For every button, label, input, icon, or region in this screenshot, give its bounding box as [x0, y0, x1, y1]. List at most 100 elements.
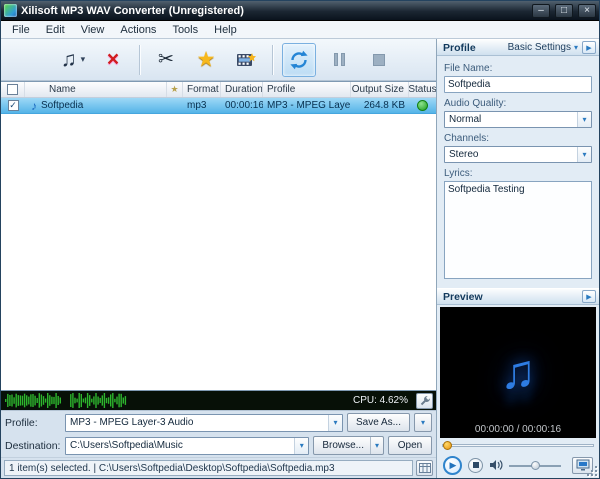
menu-actions[interactable]: Actions	[112, 23, 164, 37]
row-checkbox[interactable]: ✓	[7, 100, 19, 111]
profile-settings-fields: File Name: Audio Quality: Normal ▾ Chann…	[437, 56, 599, 288]
playback-time: 00:00:00 / 00:00:16	[474, 424, 562, 435]
toolbar-separator	[272, 44, 273, 75]
waveform-svg	[5, 393, 127, 408]
seek-thumb[interactable]	[443, 441, 452, 450]
menu-tools[interactable]: Tools	[164, 23, 206, 37]
speaker-icon[interactable]	[489, 459, 503, 471]
filmstrip-icon	[237, 52, 256, 66]
convert-button[interactable]	[282, 42, 316, 77]
channels-label: Channels:	[444, 133, 490, 144]
statusbar: 1 item(s) selected. | C:\Users\Softpedia…	[1, 457, 436, 478]
collapse-profile-panel-button[interactable]: ▶	[582, 41, 596, 54]
play-button[interactable]: ▶	[443, 455, 462, 475]
row-favorite-cell	[167, 98, 183, 113]
main-area: ♫ ▾ × ✂ ★ Name ★ Format Duration Profile…	[1, 39, 599, 478]
stop-playback-button[interactable]	[468, 457, 483, 473]
channels-select[interactable]: Stereo ▾	[444, 146, 592, 163]
cpu-usage: CPU: 4.62%	[352, 395, 408, 406]
chevron-down-icon[interactable]: ▾	[577, 147, 591, 162]
column-header-name[interactable]: Name	[25, 82, 167, 97]
file-name-label: File Name:	[444, 63, 493, 74]
add-files-dropdown-icon[interactable]: ▾	[81, 54, 86, 65]
profile-label: Profile:	[5, 416, 38, 429]
left-pane: ♫ ▾ × ✂ ★ Name ★ Format Duration Profile…	[1, 39, 437, 478]
log-button[interactable]	[416, 460, 433, 476]
select-all-checkbox[interactable]	[1, 82, 25, 97]
browse-button[interactable]: Browse... ▾	[313, 436, 384, 455]
star-icon: ★	[170, 84, 179, 94]
file-row[interactable]: ✓ ♪ Softpedia mp3 00:00:16 MP3 - MPEG La…	[1, 98, 436, 114]
chevron-down-icon[interactable]: ▾	[370, 437, 383, 454]
collapse-preview-panel-button[interactable]: ▶	[582, 290, 596, 303]
open-button[interactable]: Open	[388, 436, 432, 455]
pause-icon	[333, 53, 345, 66]
column-header-status[interactable]: Status	[409, 82, 436, 97]
wrench-icon	[420, 396, 430, 406]
seek-slider[interactable]	[442, 440, 594, 452]
music-notes-icon: ♫	[60, 48, 77, 71]
column-header-favorite[interactable]: ★	[167, 82, 183, 97]
checkbox-icon	[7, 84, 18, 95]
scissors-icon: ✂	[158, 49, 174, 70]
minimize-button[interactable]: –	[532, 3, 550, 18]
destination-label: Destination:	[5, 439, 61, 452]
stop-button[interactable]	[362, 43, 396, 77]
save-as-dropdown-button[interactable]: ▾	[414, 413, 432, 432]
app-window: Xilisoft MP3 WAV Converter (Unregistered…	[0, 0, 600, 479]
close-button[interactable]: ×	[578, 3, 596, 18]
file-list: Name ★ Format Duration Profile Output Si…	[1, 81, 436, 391]
profile-panel-header: Profile Basic Settings ▾ ▶	[437, 39, 599, 56]
column-header-output-size[interactable]: Output Size	[351, 82, 409, 97]
menubar: File Edit View Actions Tools Help	[1, 21, 599, 39]
chevron-down-icon[interactable]: ▾	[327, 414, 342, 431]
profile-select-value: MP3 - MPEG Layer-3 Audio	[70, 417, 194, 428]
menu-help[interactable]: Help	[206, 23, 245, 37]
remove-file-button[interactable]: ×	[96, 43, 130, 77]
file-format: mp3	[187, 100, 207, 111]
audio-file-icon: ♪	[31, 98, 37, 113]
grid-icon	[418, 463, 431, 473]
pause-button[interactable]	[322, 43, 356, 77]
browse-button-label: Browse...	[322, 440, 364, 451]
row-status-cell	[409, 98, 436, 113]
effects-button[interactable]: ★	[189, 43, 223, 77]
waveform-bar: CPU: 4.62%	[1, 391, 436, 411]
playback-controls: ▶	[437, 452, 599, 478]
preview-panel-title: Preview	[443, 290, 483, 303]
titlebar[interactable]: Xilisoft MP3 WAV Converter (Unregistered…	[1, 1, 599, 21]
preset-select[interactable]: Basic Settings ▾	[508, 42, 578, 53]
destination-select[interactable]: C:\Users\Softpedia\Music ▾	[65, 436, 310, 455]
seek-track	[442, 444, 594, 447]
chevron-down-icon: ▾	[573, 43, 578, 52]
audio-quality-select[interactable]: Normal ▾	[444, 111, 592, 128]
menu-edit[interactable]: Edit	[38, 23, 73, 37]
chevron-down-icon[interactable]: ▾	[294, 437, 309, 454]
volume-slider[interactable]	[509, 460, 561, 471]
column-header-profile[interactable]: Profile	[263, 82, 351, 97]
file-profile: MP3 - MPEG Layer-...	[267, 100, 351, 111]
column-header-duration[interactable]: Duration	[221, 82, 263, 97]
export-media-button[interactable]	[229, 43, 263, 77]
column-header-format[interactable]: Format	[183, 82, 221, 97]
star-icon: ★	[196, 48, 216, 71]
destination-row: Destination: C:\Users\Softpedia\Music ▾ …	[1, 434, 436, 457]
profile-panel-title: Profile	[443, 41, 476, 54]
row-check-cell: ✓	[1, 98, 25, 113]
lyrics-textarea[interactable]: Softpedia Testing	[444, 181, 592, 279]
file-name-input[interactable]	[444, 76, 592, 93]
menu-file[interactable]: File	[4, 23, 38, 37]
file-duration: 00:00:16	[225, 100, 263, 111]
chevron-down-icon[interactable]: ▾	[577, 112, 591, 127]
right-panel: Profile Basic Settings ▾ ▶ File Name: Au…	[437, 39, 599, 478]
trim-button[interactable]: ✂	[149, 43, 183, 77]
maximize-button[interactable]: □	[555, 3, 573, 18]
add-files-button[interactable]: ♫ ▾	[56, 43, 90, 77]
menu-view[interactable]: View	[73, 23, 113, 37]
profile-select[interactable]: MP3 - MPEG Layer-3 Audio ▾	[65, 413, 343, 432]
save-as-button[interactable]: Save As...	[346, 413, 410, 432]
settings-button[interactable]	[416, 393, 433, 409]
volume-thumb[interactable]	[531, 460, 540, 470]
resize-grip[interactable]	[586, 465, 597, 476]
toolbar-separator	[139, 44, 140, 75]
